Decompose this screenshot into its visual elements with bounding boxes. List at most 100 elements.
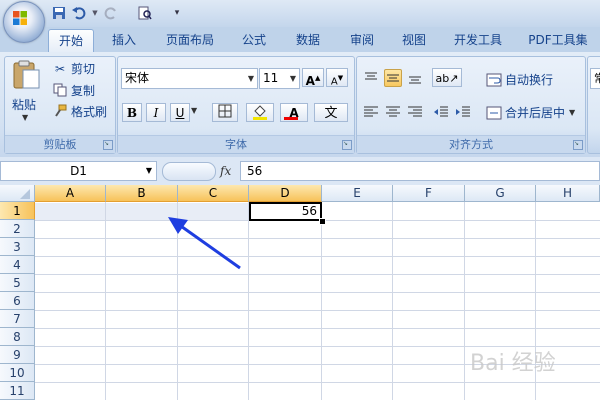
alignment-launcher-icon[interactable]: ↘ <box>573 140 583 150</box>
cut-label: 剪切 <box>71 62 96 76</box>
tab-formulas[interactable]: 公式 <box>232 29 276 51</box>
tab-insert[interactable]: 插入 <box>100 29 148 51</box>
column-header-f[interactable]: F <box>393 185 465 202</box>
gridline <box>35 292 600 293</box>
bold-button[interactable]: B <box>122 103 142 122</box>
column-header-b[interactable]: B <box>106 185 178 202</box>
office-logo-icon <box>13 11 27 25</box>
align-left-icon <box>364 106 378 117</box>
row-header-5[interactable]: 5 <box>0 274 35 292</box>
underline-dropdown-icon[interactable]: ▼ <box>191 106 197 115</box>
underline-button[interactable]: U <box>170 103 190 122</box>
formula-bar-splitter[interactable] <box>162 162 216 181</box>
tab-developer[interactable]: 开发工具 <box>446 29 510 51</box>
format-painter-button[interactable]: 格式刷 <box>52 103 107 120</box>
cut-button[interactable]: ✂ 剪切 <box>52 60 95 77</box>
tab-review[interactable]: 审阅 <box>340 29 384 51</box>
row-header-4[interactable]: 4 <box>0 256 35 274</box>
tab-page-layout[interactable]: 页面布局 <box>158 29 222 51</box>
align-middle-icon <box>387 74 399 82</box>
orientation-button[interactable]: ab↗ <box>432 68 462 87</box>
scissors-icon: ✂ <box>54 61 66 76</box>
redo-icon[interactable] <box>102 4 120 22</box>
merge-dropdown-icon[interactable]: ▼ <box>569 108 575 117</box>
italic-button[interactable]: I <box>146 103 166 122</box>
chevron-down-icon: ▼ <box>247 74 254 83</box>
gridline <box>321 202 322 400</box>
gridline <box>35 328 600 329</box>
row-header-3[interactable]: 3 <box>0 238 35 256</box>
increase-indent-icon <box>456 106 470 117</box>
borders-button[interactable] <box>212 103 238 122</box>
align-center-button[interactable] <box>384 103 402 121</box>
formula-input[interactable]: 56 <box>240 161 600 181</box>
number-format-partial: 常 <box>594 72 600 85</box>
save-icon[interactable] <box>50 4 68 22</box>
increase-indent-button[interactable] <box>454 103 472 121</box>
name-box[interactable]: D1 ▼ <box>0 161 157 181</box>
chevron-down-icon[interactable]: ▼ <box>146 162 152 180</box>
font-size-select[interactable]: 11 ▼ <box>259 68 300 89</box>
font-color-button[interactable]: A <box>280 103 308 122</box>
column-header-g[interactable]: G <box>465 185 536 202</box>
row-header-1[interactable]: 1 <box>0 202 35 220</box>
align-middle-button[interactable] <box>384 69 402 87</box>
format-painter-label: 格式刷 <box>71 105 108 119</box>
merge-center-button[interactable]: 合并后居中 ▼ <box>486 104 575 121</box>
phonetic-button[interactable]: 文 <box>314 103 348 122</box>
font-name-select[interactable]: 宋体 ▼ <box>121 68 258 89</box>
wrap-text-button[interactable]: 自动换行 <box>486 71 553 88</box>
paste-dropdown-icon[interactable]: ▼ <box>22 113 28 122</box>
row-header-11[interactable]: 11 <box>0 382 35 400</box>
insert-function-icon[interactable]: fx <box>220 161 240 181</box>
gridline <box>392 202 393 400</box>
font-group-label: 字体 <box>118 135 354 153</box>
paste-button[interactable]: 粘贴 <box>12 96 36 113</box>
align-bottom-icon <box>409 76 421 84</box>
align-top-button[interactable] <box>362 69 380 87</box>
select-all-corner[interactable] <box>0 185 35 202</box>
clipboard-launcher-icon[interactable]: ↘ <box>103 140 113 150</box>
column-header-e[interactable]: E <box>322 185 393 202</box>
column-header-c[interactable]: C <box>178 185 249 202</box>
decrease-indent-button[interactable] <box>432 103 450 121</box>
fill-color-button[interactable] <box>246 103 274 122</box>
copy-button[interactable]: 复制 <box>52 82 95 99</box>
tab-home[interactable]: 开始 <box>48 29 94 52</box>
tab-data[interactable]: 数据 <box>286 29 330 51</box>
row-header-2[interactable]: 2 <box>0 220 35 238</box>
customize-qat-icon[interactable]: ▾ <box>168 4 186 22</box>
align-center-icon <box>386 106 400 117</box>
wrap-text-icon <box>486 72 502 88</box>
cell-d1[interactable]: 56 <box>249 202 322 221</box>
print-preview-icon[interactable] <box>136 4 154 22</box>
gridline <box>464 202 465 400</box>
align-right-icon <box>408 106 422 117</box>
align-top-icon <box>365 72 377 80</box>
font-launcher-icon[interactable]: ↘ <box>342 140 352 150</box>
tab-pdf-tools[interactable]: PDF工具集 <box>522 29 594 51</box>
name-box-value: D1 <box>70 164 87 178</box>
row-header-8[interactable]: 8 <box>0 328 35 346</box>
grow-font-button[interactable]: A▲ <box>302 68 324 88</box>
column-header-a[interactable]: A <box>35 185 106 202</box>
row-header-9[interactable]: 9 <box>0 346 35 364</box>
paste-icon[interactable] <box>10 60 42 90</box>
row-header-6[interactable]: 6 <box>0 292 35 310</box>
phonetic-label: 文 <box>324 106 338 121</box>
tab-view[interactable]: 视图 <box>392 29 436 51</box>
annotation-arrow-icon <box>168 217 241 270</box>
row-header-10[interactable]: 10 <box>0 364 35 382</box>
font-name-value: 宋体 <box>125 71 150 85</box>
align-left-button[interactable] <box>362 103 380 121</box>
fill-handle[interactable] <box>319 218 326 225</box>
merge-cells-icon <box>486 105 502 121</box>
column-header-d[interactable]: D <box>249 185 322 202</box>
align-right-button[interactable] <box>406 103 424 121</box>
shrink-font-button[interactable]: A▼ <box>326 68 348 87</box>
brush-icon <box>52 104 68 120</box>
align-bottom-button[interactable] <box>406 69 424 87</box>
column-header-h[interactable]: H <box>536 185 600 202</box>
row-header-7[interactable]: 7 <box>0 310 35 328</box>
number-format-select[interactable]: 常 <box>590 68 600 89</box>
